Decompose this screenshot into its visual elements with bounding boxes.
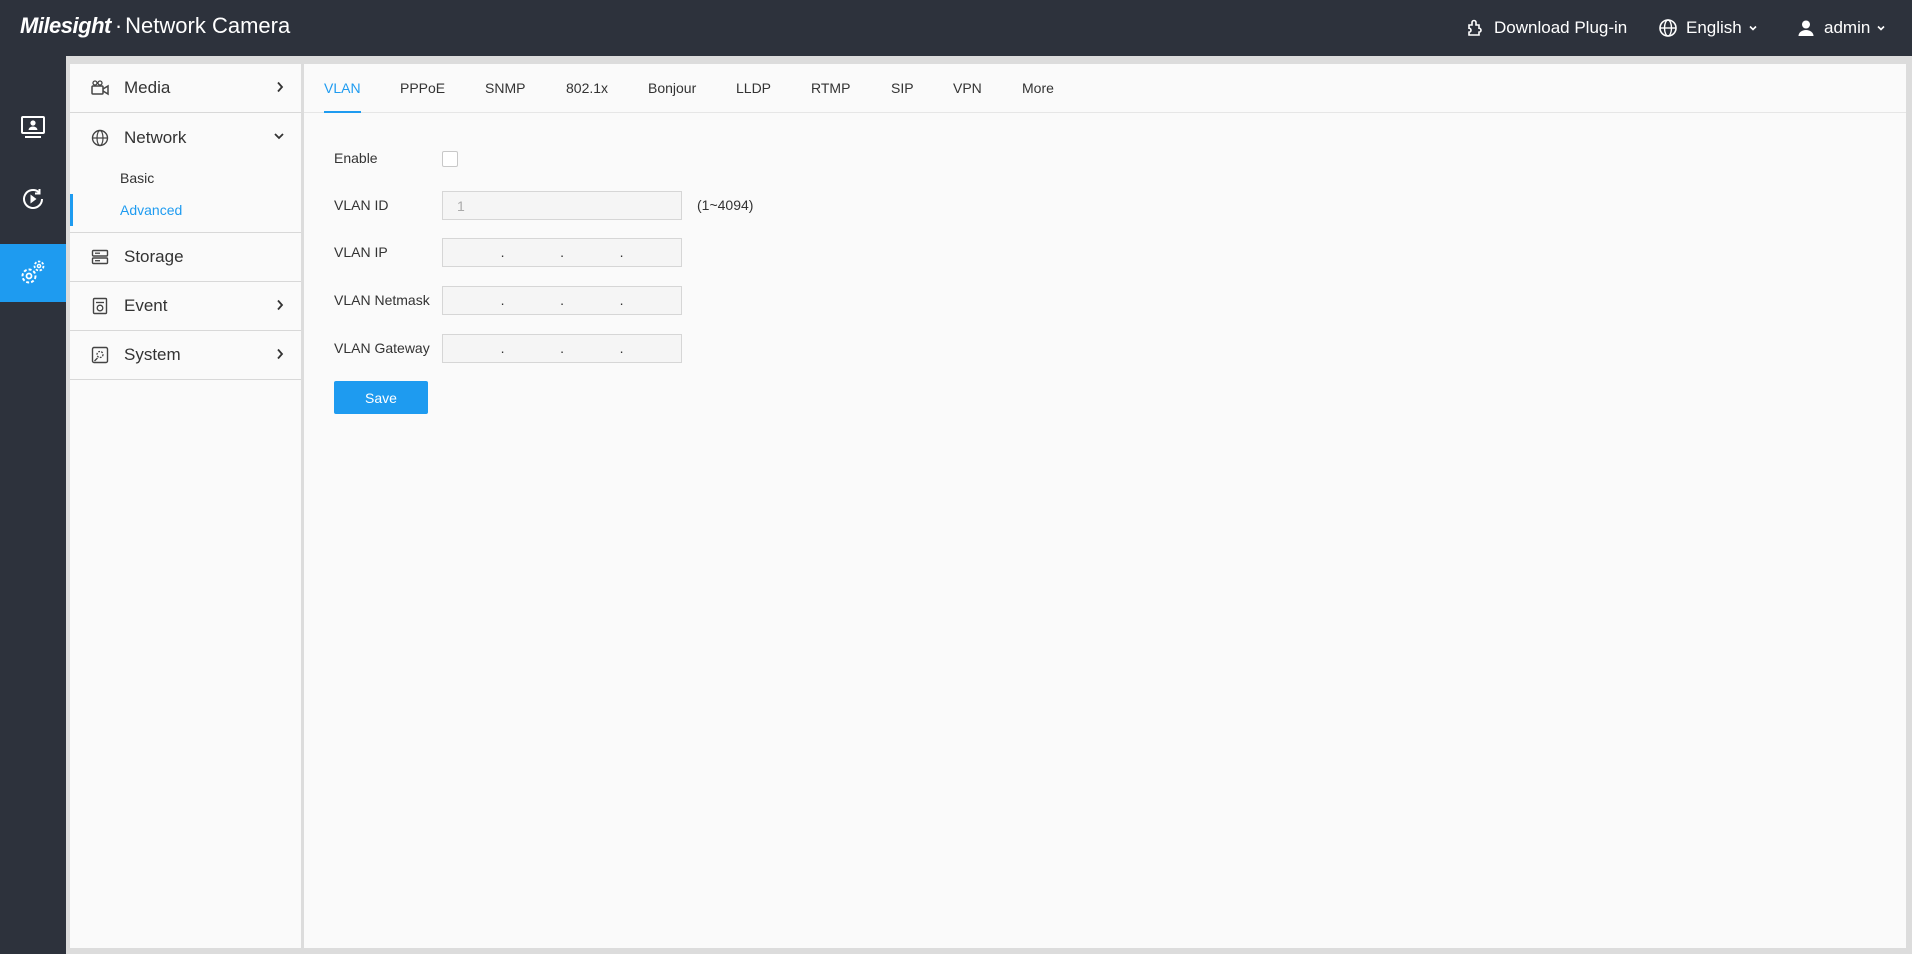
ip-octet[interactable]: . <box>562 335 624 362</box>
playback-icon <box>23 189 43 209</box>
vlan-id-label: VLAN ID <box>334 197 389 213</box>
menu-item-event[interactable]: Event <box>70 282 301 331</box>
tab-pppoe[interactable]: PPPoE <box>400 64 445 112</box>
submenu-item-basic[interactable]: Basic <box>70 162 301 194</box>
vlan-ip-input[interactable]: . . . <box>442 238 682 267</box>
settings-button[interactable] <box>0 244 66 302</box>
icon-rail <box>0 56 66 954</box>
settings-icon <box>21 260 45 284</box>
ip-octet[interactable]: . <box>562 287 624 314</box>
chevron-right-icon <box>277 299 284 311</box>
brand-title: Network Camera <box>125 13 291 38</box>
vlan-netmask-input[interactable]: . . . <box>442 286 682 315</box>
event-icon <box>90 296 110 316</box>
menu-item-system[interactable]: System <box>70 331 301 380</box>
ip-octet[interactable] <box>622 287 682 314</box>
plugin-icon <box>1468 19 1482 36</box>
menu-label-media: Media <box>124 78 171 97</box>
live-view-icon <box>21 116 45 138</box>
vlan-gateway-label: VLAN Gateway <box>334 340 430 356</box>
menu-label-network: Network <box>124 127 187 147</box>
ip-octet[interactable]: . <box>503 239 564 266</box>
vlan-ip-label: VLAN IP <box>334 244 388 260</box>
brand-logo: Milesight <box>20 13 111 38</box>
vlan-netmask-label: VLAN Netmask <box>334 292 430 308</box>
network-submenu: Basic Advanced <box>70 162 301 233</box>
chevron-down-icon <box>1877 25 1885 31</box>
download-plugin-button[interactable]: Download Plug-in <box>1464 16 1627 40</box>
settings-menu: Media Network Basic Advanced Storage Eve… <box>70 64 301 948</box>
menu-label-event: Event <box>124 296 168 315</box>
user-menu[interactable]: admin <box>1796 16 1886 40</box>
chevron-down-icon <box>1749 25 1757 31</box>
tab-more[interactable]: More <box>1022 64 1054 112</box>
chevron-right-icon <box>277 348 284 360</box>
tab-bonjour[interactable]: Bonjour <box>648 64 696 112</box>
globe-icon <box>90 128 110 148</box>
enable-label: Enable <box>334 150 378 166</box>
menu-label-system: System <box>124 345 181 364</box>
user-label: admin <box>1824 18 1871 37</box>
tab-sip[interactable]: SIP <box>891 64 914 112</box>
system-icon <box>90 345 110 365</box>
tab-vlan[interactable]: VLAN <box>324 64 361 113</box>
menu-item-media[interactable]: Media <box>70 64 301 113</box>
top-header: Milesight · Network Camera Download Plug-i… <box>0 0 1912 56</box>
menu-item-network[interactable]: Network <box>70 113 301 162</box>
tab-vpn[interactable]: VPN <box>953 64 982 112</box>
download-plugin-label: Download Plug-in <box>1494 18 1628 37</box>
vlan-id-range-hint: (1~4094) <box>697 197 754 213</box>
menu-item-storage[interactable]: Storage <box>70 233 301 282</box>
tab-8021x[interactable]: 802.1x <box>566 64 608 112</box>
storage-icon <box>90 247 110 267</box>
tab-snmp[interactable]: SNMP <box>485 64 525 112</box>
chevron-right-icon <box>277 81 284 93</box>
ip-octet[interactable]: . <box>443 335 505 362</box>
ip-octet[interactable]: . <box>443 239 505 266</box>
submenu-item-advanced[interactable]: Advanced <box>70 194 301 226</box>
brand: Milesight · Network Camera <box>20 13 290 39</box>
camera-icon <box>90 78 110 98</box>
playback-button[interactable] <box>0 170 66 228</box>
live-view-button[interactable] <box>0 98 66 156</box>
ip-octet[interactable]: . <box>443 287 505 314</box>
language-label: English <box>1686 18 1742 37</box>
save-button[interactable]: Save <box>334 381 428 414</box>
language-dropdown[interactable]: English <box>1658 16 1758 40</box>
vlan-id-input[interactable] <box>442 191 682 220</box>
ip-octet[interactable] <box>622 239 682 266</box>
chevron-down-icon <box>274 133 284 140</box>
ip-octet[interactable]: . <box>503 287 564 314</box>
user-icon <box>1798 20 1814 36</box>
brand-separator: · <box>114 13 123 38</box>
ip-octet[interactable]: . <box>562 239 624 266</box>
ip-octet[interactable] <box>622 335 682 362</box>
vlan-gateway-input[interactable]: . . . <box>442 334 682 363</box>
tab-bar: VLAN PPPoE SNMP 802.1x Bonjour LLDP RTMP… <box>304 64 1906 113</box>
globe-icon <box>1659 19 1677 37</box>
tab-rtmp[interactable]: RTMP <box>811 64 850 112</box>
tab-lldp[interactable]: LLDP <box>736 64 771 112</box>
main-panel: VLAN PPPoE SNMP 802.1x Bonjour LLDP RTMP… <box>304 64 1906 948</box>
enable-checkbox[interactable] <box>442 151 458 167</box>
menu-label-storage: Storage <box>124 247 184 266</box>
ip-octet[interactable]: . <box>503 335 564 362</box>
